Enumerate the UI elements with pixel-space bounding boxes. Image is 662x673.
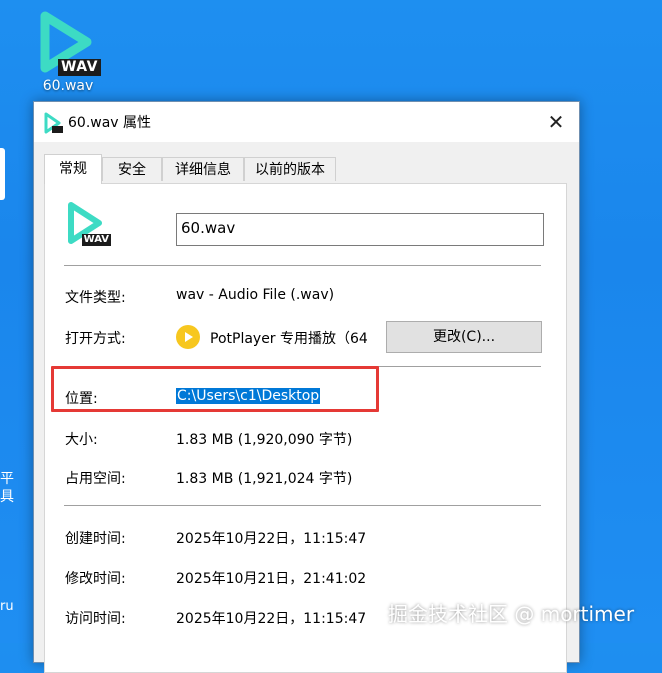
disk-size-value: 1.83 MB (1,921,024 字节): [176, 471, 353, 487]
open-with-value: PotPlayer 专用播放（64: [210, 331, 368, 347]
dialog-title: 60.wav 属性: [68, 115, 152, 131]
wav-file-icon: WAV: [35, 10, 101, 76]
potplayer-icon: [176, 325, 200, 349]
watermark: 掘金技术社区 @ mortimer: [388, 602, 635, 626]
size-label: 大小:: [65, 432, 98, 448]
file-name-input[interactable]: 60.wav: [176, 213, 544, 246]
divider: [64, 505, 541, 506]
modified-value: 2025年10月21日，21:41:02: [176, 571, 367, 587]
accessed-value: 2025年10月22日，11:15:47: [176, 611, 367, 627]
file-type-icon: WAV: [64, 201, 111, 246]
close-icon: ✕: [547, 110, 565, 134]
title-bar[interactable]: 60.wav 属性 ✕: [34, 102, 579, 142]
change-button[interactable]: 更改(C)...: [386, 321, 542, 353]
tab-general[interactable]: 常规: [44, 154, 102, 184]
open-with-label: 打开方式:: [65, 331, 126, 347]
disk-size-label: 占用空间:: [65, 471, 126, 487]
modified-label: 修改时间:: [65, 571, 126, 587]
tab-security[interactable]: 安全: [102, 157, 162, 181]
file-type-value: wav - Audio File (.wav): [176, 287, 335, 303]
tab-previous-versions[interactable]: 以前的版本: [244, 157, 336, 181]
divider: [64, 265, 541, 266]
accessed-label: 访问时间:: [65, 611, 126, 627]
created-value: 2025年10月22日，11:15:47: [176, 531, 367, 547]
wav-badge-large: WAV: [81, 234, 111, 246]
created-label: 创建时间:: [65, 531, 126, 547]
size-value: 1.83 MB (1,920,090 字节): [176, 432, 353, 448]
highlight-box: [51, 366, 379, 412]
desktop-edge-text-3: ru: [0, 599, 14, 614]
tab-details[interactable]: 详细信息: [162, 157, 244, 181]
desktop-file-icon[interactable]: WAV 60.wav: [30, 10, 106, 94]
desktop-edge-text-2: 具: [0, 489, 14, 505]
file-type-label: 文件类型:: [65, 290, 126, 306]
wav-badge: WAV: [57, 59, 101, 76]
close-button[interactable]: ✕: [533, 102, 579, 142]
desktop-edge-item: [0, 148, 5, 200]
desktop-file-label: 60.wav: [42, 78, 94, 94]
wav-file-small-icon: [44, 112, 63, 134]
desktop-edge-text-1: 平: [0, 471, 14, 487]
